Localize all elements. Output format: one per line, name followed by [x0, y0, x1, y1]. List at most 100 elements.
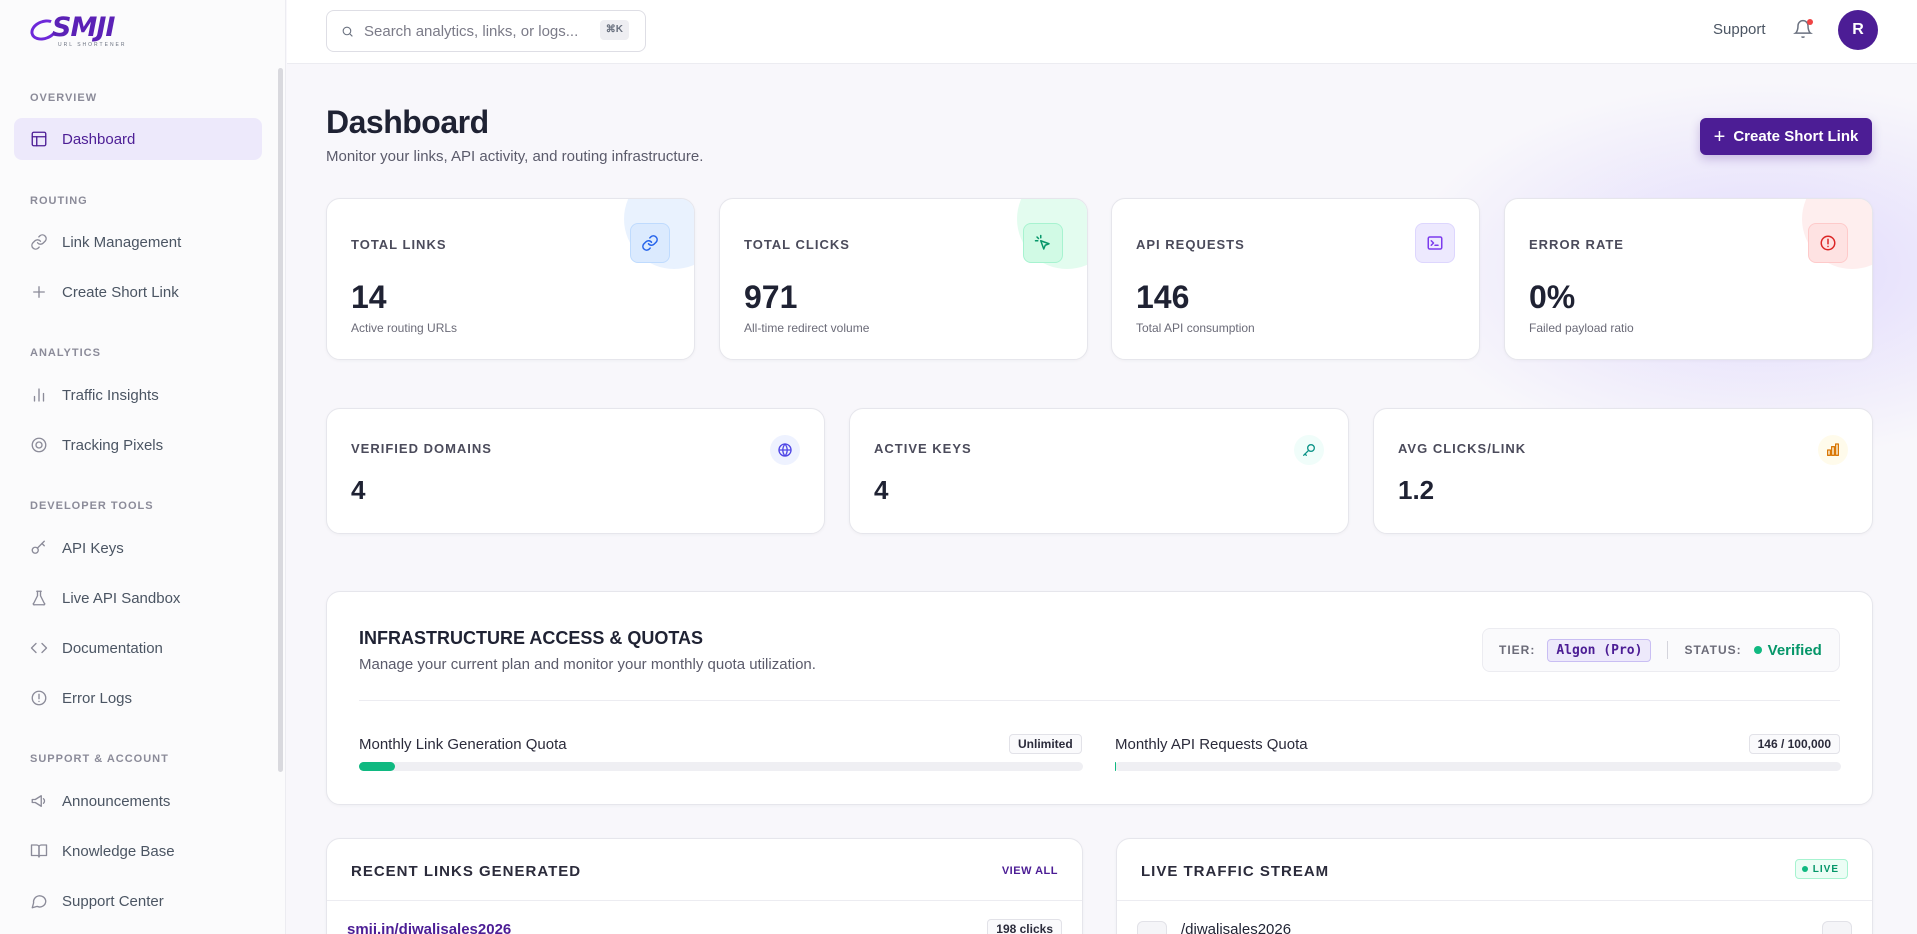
stat-value: 0% — [1529, 279, 1576, 315]
globe-icon — [770, 435, 800, 465]
sidebar-item-label: Link Management — [62, 233, 182, 251]
page-subtitle: Monitor your links, API activity, and ro… — [326, 148, 704, 165]
divider — [359, 700, 1840, 701]
stat-desc: Failed payload ratio — [1529, 321, 1634, 335]
alert-circle-icon — [30, 689, 48, 707]
sidebar-item-link-management[interactable]: Link Management — [14, 221, 262, 263]
search-box[interactable]: ⌘K — [326, 10, 646, 52]
sidebar-item-announcements[interactable]: Announcements — [14, 780, 262, 822]
stream-row-icon — [1137, 921, 1167, 934]
stat-card-total-links[interactable]: TOTAL LINKS 14 Active routing URLs — [326, 198, 695, 360]
sidebar-item-error-logs[interactable]: Error Logs — [14, 677, 262, 719]
plus-icon: + — [1713, 125, 1726, 148]
stat-label: AVG CLICKS/LINK — [1398, 441, 1527, 456]
sidebar-item-label: Documentation — [62, 639, 163, 657]
bar-chart-icon — [30, 386, 48, 404]
stat-card-total-clicks[interactable]: TOTAL CLICKS 971 All-time redirect volum… — [719, 198, 1088, 360]
sidebar-item-create-short-link[interactable]: Create Short Link — [14, 271, 262, 313]
tier-value: Algon (Pro) — [1547, 638, 1652, 662]
sidebar-item-knowledge-base[interactable]: Knowledge Base — [14, 830, 262, 872]
recent-links-card: RECENT LINKS GENERATED VIEW ALL smji.in/… — [326, 838, 1083, 934]
quota-progress-track — [359, 762, 1083, 771]
sidebar: SMJI URL SHORTENER OVERVIEW Dashboard RO… — [0, 0, 286, 934]
divider — [1667, 641, 1669, 659]
stat-value: 971 — [744, 279, 798, 315]
sidebar-item-label: Dashboard — [62, 130, 136, 148]
card-title: LIVE TRAFFIC STREAM — [1141, 863, 1330, 880]
search-shortcut-badge: ⌘K — [599, 20, 629, 40]
target-icon — [30, 436, 48, 454]
sidebar-section-support-account: SUPPORT & ACCOUNT — [30, 753, 169, 765]
notification-dot — [1807, 19, 1813, 25]
search-icon — [342, 26, 353, 37]
sidebar-item-live-api-sandbox[interactable]: Live API Sandbox — [14, 577, 262, 619]
quota-progress-track — [1115, 762, 1841, 771]
status-dot — [1753, 646, 1762, 654]
stat-card-api-requests[interactable]: API REQUESTS 146 Total API consumption — [1111, 198, 1480, 360]
stat-value: 1.2 — [1398, 475, 1435, 505]
live-badge: LIVE — [1794, 859, 1848, 879]
bar-chart-icon — [1818, 435, 1848, 465]
cursor-click-icon — [1023, 223, 1063, 263]
stream-path[interactable]: /diwalisales2026 — [1181, 921, 1291, 934]
card-header: LIVE TRAFFIC STREAM LIVE — [1117, 839, 1872, 901]
link-icon — [30, 233, 48, 251]
short-link-url[interactable]: smji.in/diwalisales2026 — [347, 921, 511, 934]
stat-label: TOTAL LINKS — [351, 237, 447, 252]
sidebar-item-documentation[interactable]: Documentation — [14, 627, 262, 669]
code-icon — [30, 639, 48, 657]
sidebar-item-label: API Keys — [62, 539, 124, 557]
logo-tagline: URL SHORTENER — [58, 42, 127, 48]
stat-desc: Active routing URLs — [351, 321, 458, 335]
sidebar-section-overview: OVERVIEW — [30, 92, 98, 104]
plus-icon — [30, 283, 48, 301]
sidebar-item-api-keys[interactable]: API Keys — [14, 527, 262, 569]
view-all-link[interactable]: VIEW ALL — [1002, 865, 1058, 877]
mini-stat-active-keys[interactable]: ACTIVE KEYS 4 — [849, 408, 1349, 534]
stat-value: 4 — [351, 475, 366, 505]
quota-label: Monthly Link Generation Quota — [359, 736, 567, 753]
layout-icon — [30, 130, 48, 148]
notifications-button[interactable] — [1793, 19, 1813, 41]
stat-label: ACTIVE KEYS — [874, 441, 972, 456]
key-icon — [1294, 435, 1324, 465]
sidebar-item-label: Error Logs — [62, 689, 133, 707]
stat-value: 4 — [874, 475, 889, 505]
stat-desc: Total API consumption — [1136, 321, 1255, 335]
sidebar-section-developer-tools: DEVELOPER TOOLS — [30, 500, 154, 512]
brand-logo[interactable]: SMJI URL SHORTENER — [27, 12, 130, 50]
megaphone-icon — [30, 792, 48, 810]
card-title: RECENT LINKS GENERATED — [351, 863, 582, 880]
create-short-link-button[interactable]: + Create Short Link — [1700, 118, 1872, 155]
sidebar-item-traffic-insights[interactable]: Traffic Insights — [14, 374, 262, 416]
sidebar-item-label: Tracking Pixels — [62, 436, 164, 454]
support-link[interactable]: Support — [1713, 21, 1766, 38]
mini-stat-avg-clicks[interactable]: AVG CLICKS/LINK 1.2 — [1373, 408, 1873, 534]
stat-label: VERIFIED DOMAINS — [351, 441, 492, 456]
search-input[interactable] — [364, 22, 584, 40]
live-badge-label: LIVE — [1812, 863, 1839, 875]
sidebar-scrollbar[interactable] — [278, 68, 283, 772]
sidebar-item-tracking-pixels[interactable]: Tracking Pixels — [14, 424, 262, 466]
sidebar-item-label: Live API Sandbox — [62, 589, 181, 607]
tier-status-box: TIER: Algon (Pro) STATUS: Verified — [1482, 628, 1840, 672]
quota-badge: Unlimited — [1009, 734, 1082, 754]
stat-card-error-rate[interactable]: ERROR RATE 0% Failed payload ratio — [1504, 198, 1873, 360]
stream-row-action[interactable] — [1822, 921, 1852, 934]
sidebar-item-label: Announcements — [62, 792, 171, 810]
logo-text: SMJI — [52, 12, 115, 43]
stat-desc: All-time redirect volume — [744, 321, 870, 335]
avatar[interactable]: R — [1838, 10, 1878, 50]
sidebar-section-routing: ROUTING — [30, 195, 88, 207]
stat-value: 14 — [351, 279, 387, 315]
mini-stat-verified-domains[interactable]: VERIFIED DOMAINS 4 — [326, 408, 825, 534]
sidebar-item-dashboard[interactable]: Dashboard — [14, 118, 262, 160]
stat-label: API REQUESTS — [1136, 237, 1245, 252]
page-title: Dashboard — [326, 104, 489, 140]
sidebar-item-support-center[interactable]: Support Center — [14, 880, 262, 922]
flask-icon — [30, 589, 48, 607]
create-short-link-label: Create Short Link — [1733, 128, 1859, 145]
sidebar-item-label: Traffic Insights — [62, 386, 159, 404]
infrastructure-card: INFRASTRUCTURE ACCESS & QUOTAS Manage yo… — [326, 591, 1873, 805]
stat-value: 146 — [1136, 279, 1190, 315]
